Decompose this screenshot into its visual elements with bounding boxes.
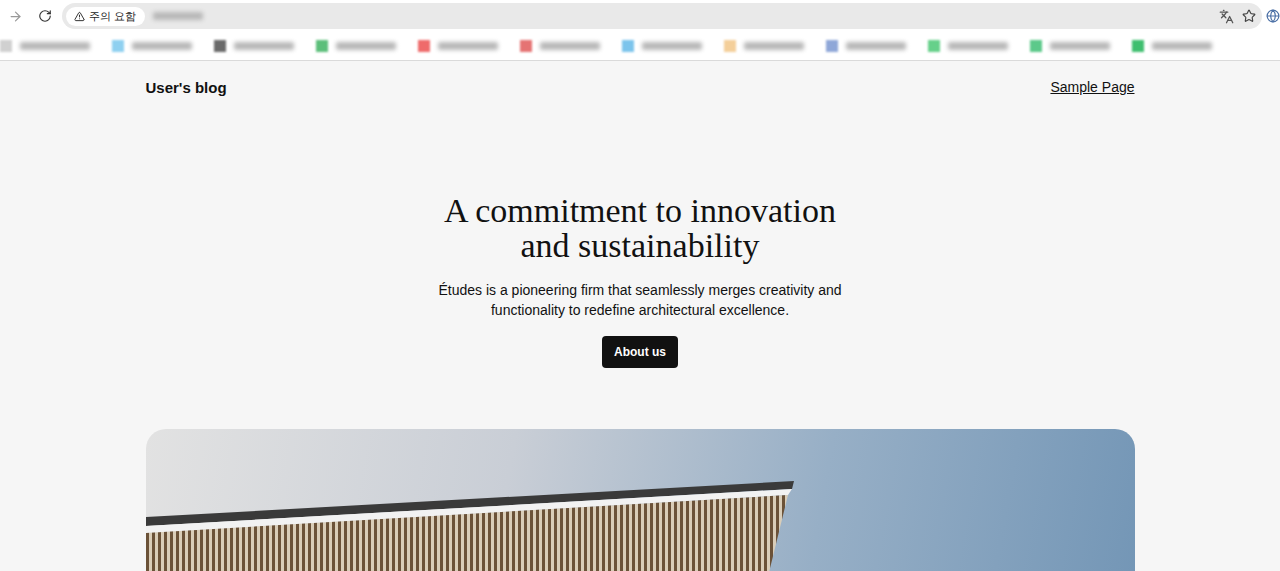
bookmark-blurred-label — [336, 42, 396, 50]
bookmark-blurred-label — [948, 42, 1008, 50]
security-chip-label: 주의 요함 — [89, 9, 137, 24]
bookmark[interactable] — [0, 40, 90, 52]
address-bar[interactable]: 주의 요함 — [62, 3, 1262, 29]
building-roof-icon — [146, 429, 1135, 571]
bookmark-favicon-icon — [826, 40, 838, 52]
bookmark[interactable] — [724, 40, 804, 52]
bookmark[interactable] — [520, 40, 600, 52]
site-title[interactable]: User's blog — [146, 79, 227, 96]
bookmark-blurred-label — [846, 42, 906, 50]
bookmark-blurred-label — [438, 42, 498, 50]
browser-chrome: 주의 요함 — [0, 0, 1280, 61]
bookmark-blurred-label — [642, 42, 702, 50]
bookmark-favicon-icon — [928, 40, 940, 52]
bookmark-favicon-icon — [520, 40, 532, 52]
security-chip[interactable]: 주의 요함 — [66, 7, 145, 26]
bookmark[interactable] — [1132, 40, 1212, 52]
bookmark-blurred-label — [20, 42, 90, 50]
bookmark-favicon-icon — [316, 40, 328, 52]
browser-toolbar: 주의 요함 — [0, 0, 1280, 32]
star-icon[interactable] — [1242, 9, 1256, 23]
about-button[interactable]: About us — [602, 336, 678, 368]
bookmark-favicon-icon — [1132, 40, 1144, 52]
bookmark-blurred-label — [744, 42, 804, 50]
bookmark[interactable] — [622, 40, 702, 52]
bookmark-favicon-icon — [1030, 40, 1042, 52]
site-nav: Sample Page — [1050, 78, 1134, 96]
bookmark-favicon-icon — [622, 40, 634, 52]
blurred-url — [153, 12, 203, 20]
reload-button[interactable] — [32, 3, 58, 29]
bookmark-blurred-label — [132, 42, 192, 50]
forward-button[interactable] — [2, 3, 28, 29]
hero-image — [146, 429, 1135, 571]
extension-button[interactable] — [1266, 8, 1280, 24]
bookmarks-bar — [0, 32, 1280, 60]
arrow-right-icon — [8, 9, 23, 24]
bookmark[interactable] — [418, 40, 498, 52]
bookmark-blurred-label — [234, 42, 294, 50]
hero: A commitment to innovation and sustainab… — [146, 113, 1135, 368]
bookmark-favicon-icon — [418, 40, 430, 52]
bookmark-blurred-label — [1050, 42, 1110, 50]
hero-title: A commitment to innovation and sustainab… — [440, 193, 840, 263]
bookmark[interactable] — [1030, 40, 1110, 52]
hero-text: Études is a pioneering firm that seamles… — [430, 280, 850, 320]
translate-icon[interactable] — [1219, 9, 1234, 24]
bookmark[interactable] — [112, 40, 192, 52]
warning-icon — [74, 11, 85, 22]
bookmark[interactable] — [214, 40, 294, 52]
bookmark-blurred-label — [540, 42, 600, 50]
bookmark-favicon-icon — [214, 40, 226, 52]
bookmark-blurred-label — [1152, 42, 1212, 50]
bookmark-favicon-icon — [0, 40, 12, 52]
globe-icon — [1266, 8, 1280, 24]
site-header: User's blog Sample Page — [146, 61, 1135, 113]
reload-icon — [38, 9, 52, 23]
bookmark[interactable] — [928, 40, 1008, 52]
bookmark-favicon-icon — [112, 40, 124, 52]
bookmark[interactable] — [826, 40, 906, 52]
page: User's blog Sample Page A commitment to in… — [146, 61, 1135, 571]
nav-link[interactable]: Sample Page — [1050, 79, 1134, 95]
bookmark-favicon-icon — [724, 40, 736, 52]
bookmark[interactable] — [316, 40, 396, 52]
